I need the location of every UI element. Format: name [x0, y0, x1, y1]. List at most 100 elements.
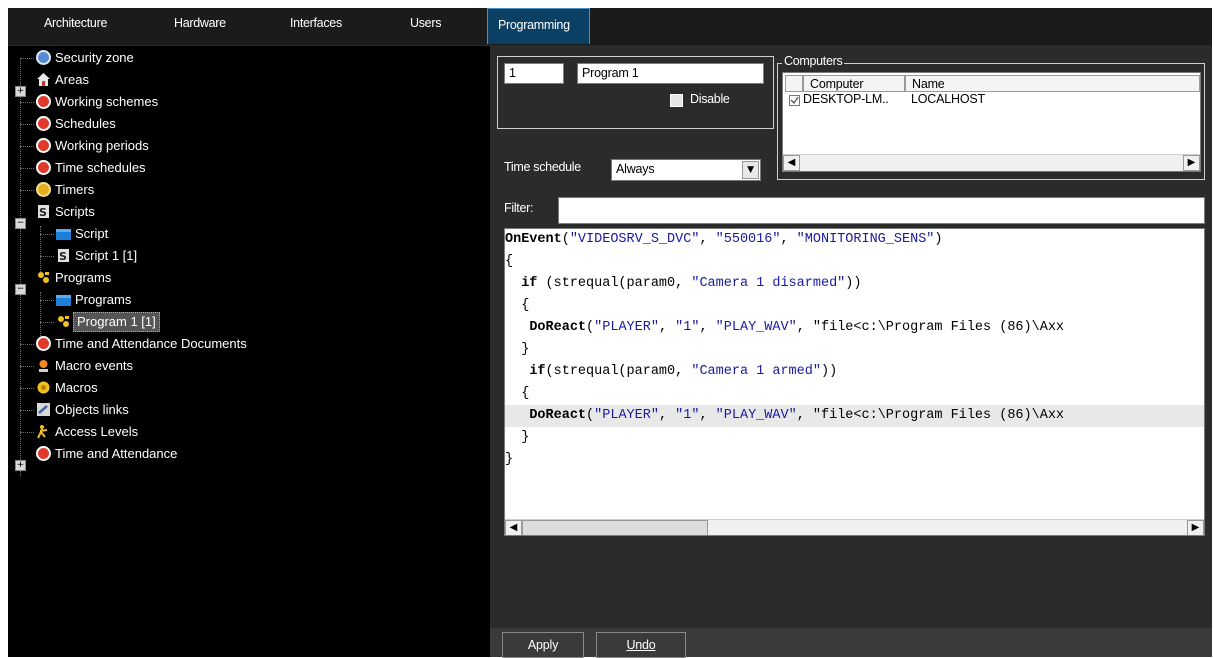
time-schedule-label: Time schedule: [504, 160, 581, 174]
code-string-token: "PLAYER": [594, 408, 659, 423]
macro-event-icon: [36, 358, 51, 373]
code-string-token: "PLAY_WAV": [715, 320, 797, 335]
code-line: OnEvent("VIDEOSRV_S_DVC", "550016", "MON…: [505, 229, 943, 251]
tree-item-label: Areas: [55, 72, 89, 87]
tree-branch: [20, 58, 34, 59]
tab-architecture[interactable]: Architecture: [44, 16, 107, 36]
folder-icon: [56, 295, 71, 306]
scroll-right-icon[interactable]: ▶: [1183, 155, 1200, 171]
table-header-computer[interactable]: Computer: [803, 75, 905, 92]
program-settings-panel: 1 Program 1 Disable Computers Computer N…: [490, 46, 1212, 658]
main-tab-bar: Architecture Hardware Interfaces Users P…: [8, 8, 1212, 46]
program-id-field[interactable]: 1: [504, 63, 564, 84]
collapse-programs-toggle[interactable]: −: [15, 284, 26, 295]
tree-branch: [20, 168, 34, 169]
tree-branch: [20, 124, 34, 125]
code-line: DoReact("PLAYER", "1", "PLAY_WAV", "file…: [505, 405, 1204, 427]
script-code-editor[interactable]: } } DoReact("PLAYER", "1", "PLAY_WAV", "…: [504, 228, 1205, 536]
code-string-token: "PLAY_WAV": [715, 408, 797, 423]
computer-name-cell[interactable]: LOCALHOST: [911, 92, 985, 106]
code-editor-scrollbar[interactable]: ◀ ▶: [505, 519, 1204, 535]
computer-cell[interactable]: DESKTOP-LM..: [803, 92, 889, 106]
disable-label: Disable: [690, 92, 730, 106]
tree-branch: [20, 410, 34, 411]
tree-item-label: Timers: [55, 182, 95, 197]
program-properties-group: 1 Program 1 Disable: [497, 56, 774, 129]
code-string-token: "VIDEOSRV_S_DVC": [569, 232, 700, 247]
tree-item-label: Schedules: [55, 116, 116, 131]
security-zone-icon: [36, 50, 51, 65]
code-keyword-token: if: [529, 364, 546, 379]
table-header-name[interactable]: Name: [905, 75, 1200, 92]
code-line: if (strequal(param0, "Camera 1 disarmed"…: [505, 273, 861, 295]
code-token: }: [505, 452, 514, 467]
computers-table: Computer Name DESKTOP-LM.. LOCALHOST ◀ ▶: [782, 72, 1201, 172]
code-line: }: [505, 449, 513, 471]
tree-item-label: Macros: [55, 380, 98, 395]
scroll-left-icon[interactable]: ◀: [783, 155, 800, 171]
tab-programming[interactable]: Programming: [487, 8, 590, 44]
clock-icon: [36, 336, 51, 351]
expand-areas-toggle[interactable]: +: [15, 86, 26, 97]
script-icon: S: [56, 248, 71, 263]
collapse-scripts-toggle[interactable]: −: [15, 218, 26, 229]
code-line: {: [505, 251, 513, 273]
svg-text:S: S: [59, 250, 67, 263]
code-line: {: [505, 295, 529, 317]
app-window: Architecture Hardware Interfaces Users P…: [8, 8, 1212, 658]
clock-icon: [36, 116, 51, 131]
filter-input[interactable]: [558, 197, 1205, 224]
tree-branch: [40, 256, 54, 257]
code-line: if(strequal(param0, "Camera 1 armed")): [505, 361, 837, 383]
code-keyword-token: DoReact: [529, 408, 587, 423]
code-token: ,: [658, 408, 676, 423]
code-keyword-token: DoReact: [529, 320, 587, 335]
code-token: ,: [658, 320, 676, 335]
tab-hardware[interactable]: Hardware: [174, 16, 226, 36]
tree-item-label: Security zone: [55, 50, 134, 65]
scroll-right-icon[interactable]: ▶: [1187, 520, 1204, 535]
apply-button[interactable]: Apply: [502, 632, 584, 658]
disable-checkbox[interactable]: [670, 94, 683, 107]
code-token: "file<c:\Program Files (86)\Axx: [812, 320, 1065, 335]
table-header-check: [785, 75, 803, 92]
code-token: (: [586, 408, 595, 423]
code-string-token: "MONITORING_SENS": [796, 232, 935, 247]
code-line: DoReact("PLAYER", "1", "PLAY_WAV", "file…: [505, 317, 1064, 339]
code-token: {: [505, 386, 530, 401]
computer-row-checkbox[interactable]: [789, 95, 800, 106]
chevron-down-icon[interactable]: ▼: [742, 161, 759, 179]
time-schedule-select[interactable]: Always ▼: [611, 159, 761, 181]
scroll-left-icon[interactable]: ◀: [505, 520, 522, 535]
tree-item-label: Macro events: [55, 358, 134, 373]
areas-icon: [36, 72, 51, 87]
tab-interfaces[interactable]: Interfaces: [290, 16, 342, 36]
code-string-token: "550016": [715, 232, 781, 247]
object-tree: + − − + Security zone Areas Working sche…: [8, 46, 490, 657]
clock-icon: [36, 160, 51, 175]
tab-users[interactable]: Users: [410, 16, 441, 36]
code-string-token: "1": [675, 320, 700, 335]
tree-branch: [40, 234, 54, 235]
program-name-field[interactable]: Program 1: [577, 63, 764, 84]
folder-icon: [56, 229, 71, 240]
tree-item-label: Programs: [55, 270, 112, 285]
scroll-thumb[interactable]: [522, 520, 708, 535]
tree-branch: [20, 190, 34, 191]
clock-icon: [36, 138, 51, 153]
code-token: (strequal(param0,: [537, 276, 692, 291]
undo-button[interactable]: Undo: [596, 632, 686, 658]
tree-branch: [20, 344, 34, 345]
access-level-icon: [36, 424, 51, 439]
expand-time-attendance-toggle[interactable]: +: [15, 460, 26, 471]
code-line: }: [505, 427, 529, 449]
tree-branch: [20, 432, 34, 433]
bottom-button-bar: Apply Undo: [490, 628, 1212, 658]
code-token: )): [820, 364, 838, 379]
code-token: {: [505, 254, 514, 269]
computers-table-scrollbar[interactable]: ◀ ▶: [783, 154, 1200, 171]
program-icon: [56, 314, 71, 329]
